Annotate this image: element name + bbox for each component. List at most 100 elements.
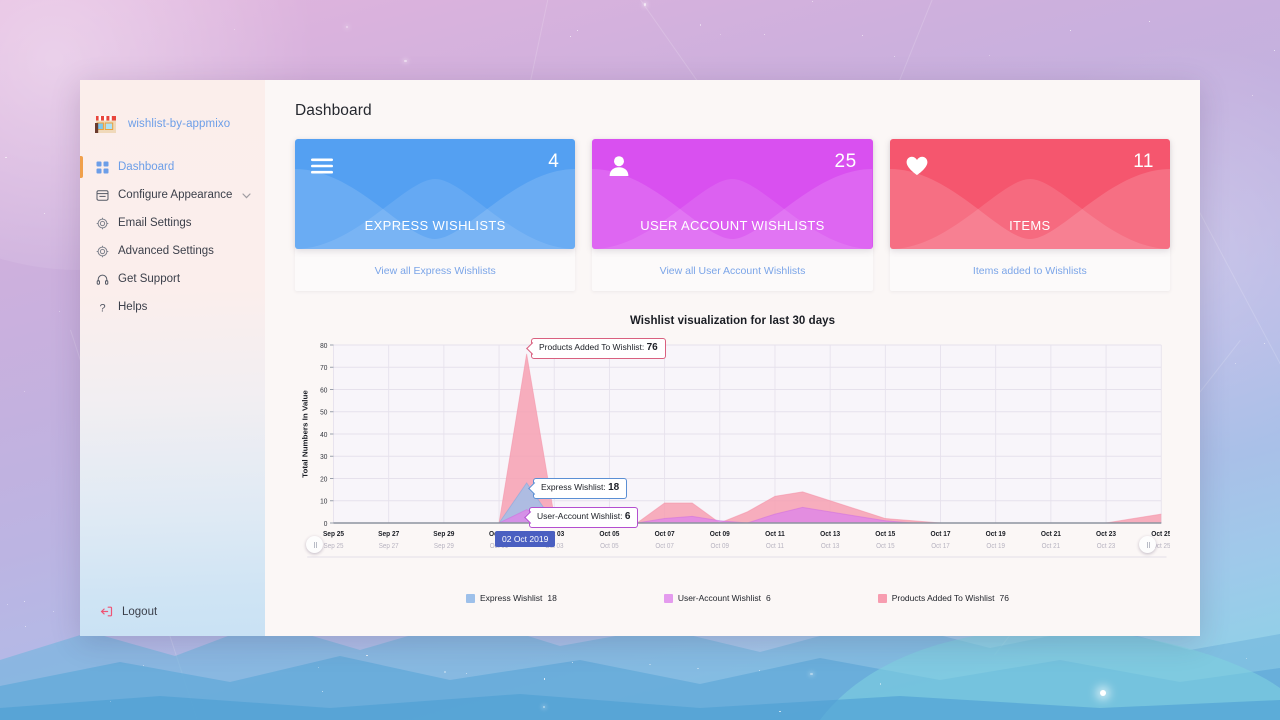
main-content: Dashboard 4 EXPRESS WISHLISTS View all E… (265, 80, 1200, 636)
svg-text:Oct 19: Oct 19 (986, 531, 1006, 538)
legend-label: Express Wishlist (480, 593, 543, 603)
star (366, 654, 368, 656)
svg-text:Oct 13: Oct 13 (821, 543, 840, 550)
legend-label: Products Added To Wishlist (891, 593, 995, 603)
logout-icon (100, 605, 113, 618)
star (234, 29, 236, 31)
svg-text:Oct 15: Oct 15 (875, 531, 895, 538)
star (1263, 342, 1266, 344)
star (321, 691, 323, 693)
storefront-icon (92, 110, 120, 138)
stat-card-link[interactable]: View all User Account Wishlists (592, 249, 872, 291)
legend-swatch (466, 593, 475, 603)
logout-label: Logout (122, 605, 158, 618)
svg-text:Sep 27: Sep 27 (379, 543, 399, 550)
brand-name: wishlist-by-appmixo (128, 118, 231, 130)
svg-text:20: 20 (320, 476, 327, 483)
tooltip-label: Express Wishlist: (541, 482, 606, 492)
wishlist-area-chart[interactable]: 0 10 20 30 40 50 60 70 80 Sep 25 Sep 27 Sep 29 Oct … (295, 333, 1170, 583)
sidebar-item-label: Get Support (118, 273, 181, 285)
svg-text:Oct 11: Oct 11 (765, 531, 785, 538)
star (643, 3, 647, 6)
svg-text:Oct 05: Oct 05 (600, 543, 619, 550)
svg-text:Oct 13: Oct 13 (820, 531, 840, 538)
chevron-down-icon[interactable] (241, 190, 252, 201)
stat-card-count: 11 (1133, 151, 1154, 172)
tooltip-label: User-Account Wishlist: (537, 511, 623, 521)
svg-text:Oct 17: Oct 17 (931, 543, 950, 550)
star-flare (1100, 690, 1106, 696)
svg-text:Oct 17: Oct 17 (931, 531, 951, 538)
svg-text:Oct 23: Oct 23 (1096, 531, 1116, 538)
tooltip-value: 18 (608, 482, 620, 493)
star (1251, 94, 1254, 96)
logout-button[interactable]: Logout (80, 605, 265, 618)
gear-icon (96, 245, 109, 258)
svg-text:?: ? (99, 302, 105, 314)
svg-text:0: 0 (324, 521, 328, 528)
star (542, 705, 546, 709)
stat-card-items: 11 ITEMS Items added to Wishlists (889, 139, 1170, 291)
star (24, 391, 26, 393)
sidebar-item-advanced-settings[interactable]: Advanced Settings (80, 238, 265, 264)
star (810, 672, 813, 676)
star (6, 603, 8, 605)
brand[interactable]: wishlist-by-appmixo (80, 80, 265, 146)
svg-text:Sep 29: Sep 29 (434, 543, 454, 550)
svg-text:80: 80 (320, 343, 327, 350)
stat-card-banner[interactable]: 25 USER ACCOUNT WISHLISTS (592, 139, 873, 249)
sidebar: wishlist-by-appmixo Dashboard Configure … (80, 80, 265, 636)
star (543, 678, 545, 680)
svg-text:Oct 21: Oct 21 (1041, 531, 1061, 538)
star (110, 700, 112, 702)
star (812, 0, 814, 2)
sidebar-item-get-support[interactable]: Get Support (80, 266, 265, 292)
chart-block: Wishlist visualization for last 30 days … (295, 315, 1170, 603)
legend-item-express-wishlist[interactable]: Express Wishlist 18 (466, 593, 557, 603)
stat-card-banner[interactable]: 4 EXPRESS WISHLISTS (295, 139, 576, 249)
tooltip-user-account-wishlist: User-Account Wishlist: 6 (529, 507, 639, 528)
window-icon (96, 189, 109, 202)
svg-text:Sep 29: Sep 29 (433, 531, 454, 538)
legend-value: 18 (547, 593, 557, 603)
star (1149, 20, 1151, 22)
star (649, 663, 651, 665)
legend-value: 76 (999, 593, 1009, 603)
stat-card-user-account-wishlists: 25 USER ACCOUNT WISHLISTS View all User … (592, 139, 873, 291)
star (1070, 29, 1072, 31)
svg-text:70: 70 (320, 365, 327, 372)
star (444, 671, 446, 673)
sidebar-item-label: Advanced Settings (118, 245, 214, 257)
star (879, 683, 882, 685)
svg-text:Oct 23: Oct 23 (1097, 543, 1116, 550)
star (317, 666, 319, 668)
legend-item-products-added[interactable]: Products Added To Wishlist 76 (877, 593, 1009, 603)
sidebar-item-email-settings[interactable]: Email Settings (80, 210, 265, 236)
range-slider-handle-right[interactable] (1139, 536, 1156, 553)
star (5, 156, 7, 158)
svg-text:Oct 25: Oct 25 (1151, 531, 1170, 538)
hamburger-icon (309, 153, 335, 179)
stat-card-banner[interactable]: 11 ITEMS (889, 139, 1170, 249)
svg-text:Sep 25: Sep 25 (323, 531, 344, 538)
svg-text:Total Numbers In Value: Total Numbers In Value (301, 390, 309, 478)
sidebar-item-configure-appearance[interactable]: Configure Appearance (80, 182, 265, 208)
star (1234, 363, 1236, 365)
legend-item-user-account-wishlist[interactable]: User-Account Wishlist 6 (663, 593, 771, 603)
star (44, 213, 46, 215)
heart-icon (904, 153, 930, 179)
stat-card-link[interactable]: Items added to Wishlists (890, 249, 1170, 291)
chart-title: Wishlist visualization for last 30 days (629, 315, 836, 327)
star (1274, 50, 1276, 52)
stat-card-link[interactable]: View all Express Wishlists (295, 249, 575, 291)
tooltip-value: 6 (624, 511, 631, 522)
svg-text:10: 10 (320, 498, 327, 505)
tooltip-products-added: Products Added To Wishlist: 76 (531, 338, 666, 359)
star (24, 601, 26, 603)
sidebar-item-label: Helps (118, 301, 148, 313)
star (1246, 657, 1248, 660)
sidebar-item-helps[interactable]: ? Helps (80, 294, 265, 320)
tooltip-value: 76 (646, 342, 658, 353)
sidebar-item-dashboard[interactable]: Dashboard (80, 154, 265, 180)
range-slider-handle-left[interactable] (306, 536, 323, 553)
